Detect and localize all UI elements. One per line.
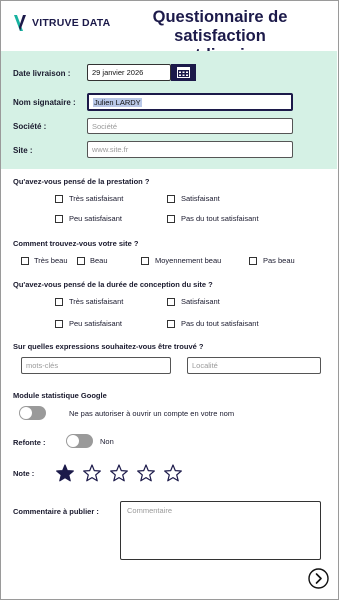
q2-option-2-label: Beau xyxy=(90,256,108,265)
rating-label: Note : xyxy=(13,469,35,478)
q2-option-4-label: Pas beau xyxy=(263,256,295,265)
q3-option-4-label: Pas du tout satisfaisant xyxy=(181,319,259,328)
q1-option-2-checkbox[interactable] xyxy=(167,195,175,203)
company-input[interactable]: Société xyxy=(87,118,293,134)
refonte-toggle[interactable] xyxy=(66,434,93,448)
company-logo: VITRUVE DATA xyxy=(12,12,110,34)
q2-option-1-label: Très beau xyxy=(34,256,68,265)
q3-option-2-checkbox[interactable] xyxy=(167,298,175,306)
refonte-toggle-knob xyxy=(67,435,79,447)
calendar-button[interactable] xyxy=(171,64,196,81)
q1-option-2-label: Satisfaisant xyxy=(181,194,220,203)
star-outline-icon[interactable] xyxy=(110,464,128,482)
question-expressions: Sur quelles expressions souhaitez-vous ê… xyxy=(13,342,204,351)
next-button[interactable] xyxy=(308,568,329,589)
comment-label: Commentaire à publier : xyxy=(13,507,99,516)
q1-option-3-label: Peu satisfaisant xyxy=(69,214,122,223)
google-toggle-text: Ne pas autoriser à ouvrir un compte en v… xyxy=(69,409,235,418)
date-label: Date livraison : xyxy=(13,69,71,78)
question-duree: Qu'avez-vous pensé de la durée de concep… xyxy=(13,280,213,289)
logo-mark-icon xyxy=(14,15,26,31)
q3-option-2-label: Satisfaisant xyxy=(181,297,220,306)
star-outline-icon[interactable] xyxy=(164,464,182,482)
google-toggle[interactable] xyxy=(19,406,46,420)
star-outline-icon[interactable] xyxy=(83,464,101,482)
comment-textarea[interactable]: Commentaire xyxy=(120,501,321,560)
q3-option-4-checkbox[interactable] xyxy=(167,320,175,328)
star-filled-icon[interactable] xyxy=(56,464,74,482)
date-value: 29 janvier 2026 xyxy=(92,68,144,77)
keywords-placeholder: mots-clés xyxy=(26,361,59,370)
q3-option-3-label: Peu satisfaisant xyxy=(69,319,122,328)
question-prestation: Qu'avez-vous pensé de la prestation ? xyxy=(13,177,150,186)
q3-option-1-checkbox[interactable] xyxy=(55,298,63,306)
signer-input[interactable]: Julien LARDY xyxy=(87,93,293,111)
google-module-label: Module statistique Google xyxy=(13,391,107,400)
google-toggle-knob xyxy=(20,407,32,419)
refonte-label: Refonte : xyxy=(13,438,46,447)
site-input[interactable]: www.site.fr xyxy=(87,141,293,158)
date-field[interactable]: 29 janvier 2026 xyxy=(87,64,171,81)
locality-input[interactable]: Localité xyxy=(187,357,321,374)
q1-option-1-checkbox[interactable] xyxy=(55,195,63,203)
locality-placeholder: Localité xyxy=(192,361,218,370)
q2-option-1-checkbox[interactable] xyxy=(21,257,29,265)
logo-text: VITRUVE DATA xyxy=(32,17,111,29)
q2-option-2-checkbox[interactable] xyxy=(77,257,85,265)
company-placeholder: Société xyxy=(92,121,118,131)
chevron-right-circle-icon xyxy=(308,568,329,589)
question-site: Comment trouvez-vous votre site ? xyxy=(13,239,139,248)
q3-option-1-label: Très satisfaisant xyxy=(69,297,124,306)
q1-option-1-label: Très satisfaisant xyxy=(69,194,124,203)
signer-label: Nom signataire : xyxy=(13,98,76,107)
q3-option-3-checkbox[interactable] xyxy=(55,320,63,328)
q2-option-3-checkbox[interactable] xyxy=(141,257,149,265)
star-outline-icon[interactable] xyxy=(137,464,155,482)
site-label: Site : xyxy=(13,146,33,155)
keywords-input[interactable]: mots-clés xyxy=(21,357,171,374)
q2-option-3-label: Moyennement beau xyxy=(155,256,222,265)
q1-option-3-checkbox[interactable] xyxy=(55,215,63,223)
signer-value: Julien LARDY xyxy=(93,97,142,107)
company-label: Société : xyxy=(13,122,47,131)
refonte-toggle-text: Non xyxy=(100,437,114,446)
comment-placeholder: Commentaire xyxy=(127,506,173,515)
site-placeholder: www.site.fr xyxy=(92,145,129,154)
q1-option-4-label: Pas du tout satisfaisant xyxy=(181,214,259,223)
calendar-icon xyxy=(177,67,190,78)
page-title-line-1: Questionnaire de satisfaction xyxy=(152,8,288,45)
q2-option-4-checkbox[interactable] xyxy=(249,257,257,265)
q1-option-4-checkbox[interactable] xyxy=(167,215,175,223)
